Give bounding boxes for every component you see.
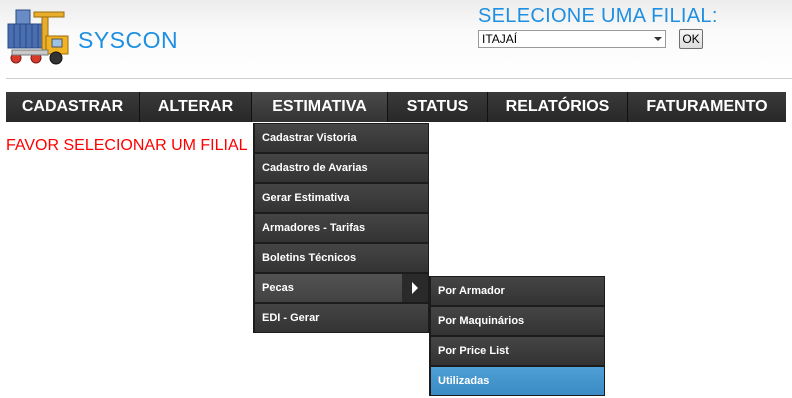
menu-status[interactable]: STATUS	[388, 92, 488, 122]
ok-button[interactable]: OK	[679, 29, 703, 49]
container-crane-icon	[6, 6, 72, 68]
menu-relatorios[interactable]: RELATÓRIOS	[488, 92, 628, 122]
dropdown-item-label: Pecas	[262, 282, 294, 294]
app-brand: SYSCON	[78, 27, 179, 53]
submenu-item-por-price-list[interactable]: Por Price List	[431, 337, 604, 365]
dropdown-item-label: Cadastrar Vistoria	[262, 132, 357, 144]
pecas-submenu: Por Armador Por Maquinários Por Price Li…	[429, 276, 605, 396]
dropdown-item-label: Cadastro de Avarias	[262, 162, 368, 174]
submenu-item-por-maquinarios[interactable]: Por Maquinários	[431, 307, 604, 335]
submenu-item-utilizadas[interactable]: Utilizadas	[431, 367, 604, 395]
dropdown-item-label: Armadores - Tarifas	[262, 222, 366, 234]
menu-estimativa[interactable]: ESTIMATIVA	[252, 92, 388, 122]
chevron-right-icon	[402, 274, 428, 302]
filial-title: SELECIONE UMA FILIAL:	[478, 5, 718, 27]
dropdown-item-edi-gerar[interactable]: EDI - Gerar	[255, 304, 428, 332]
submenu-item-label: Por Maquinários	[438, 315, 525, 327]
submenu-item-por-armador[interactable]: Por Armador	[431, 277, 604, 305]
estimativa-dropdown: Cadastrar Vistoria Cadastro de Avarias G…	[253, 123, 429, 333]
dropdown-item-armadores-tarifas[interactable]: Armadores - Tarifas	[255, 214, 428, 242]
warning-message: FAVOR SELECIONAR UM FILIAL	[6, 137, 248, 154]
menu-alterar[interactable]: ALTERAR	[140, 92, 252, 122]
dropdown-item-cadastrar-vistoria[interactable]: Cadastrar Vistoria	[255, 124, 428, 152]
menu-cadastrar[interactable]: CADASTRAR	[6, 92, 140, 122]
dropdown-item-pecas[interactable]: Pecas	[255, 274, 428, 302]
divider	[6, 78, 792, 79]
dropdown-item-label: Gerar Estimativa	[262, 192, 350, 204]
submenu-item-label: Utilizadas	[438, 375, 490, 387]
menu-faturamento[interactable]: FATURAMENTO	[628, 92, 786, 122]
dropdown-item-label: Boletins Técnicos	[262, 252, 357, 264]
dropdown-item-gerar-estimativa[interactable]: Gerar Estimativa	[255, 184, 428, 212]
filial-select-value: ITAJAÍ	[482, 32, 518, 46]
dropdown-item-label: EDI - Gerar	[262, 312, 320, 324]
chevron-down-icon	[654, 37, 662, 41]
submenu-item-label: Por Price List	[438, 345, 509, 357]
submenu-item-label: Por Armador	[438, 285, 505, 297]
dropdown-item-cadastro-avarias[interactable]: Cadastro de Avarias	[255, 154, 428, 182]
header: SYSCON SELECIONE UMA FILIAL: ITAJAÍ OK	[0, 0, 792, 78]
dropdown-item-boletins-tecnicos[interactable]: Boletins Técnicos	[255, 244, 428, 272]
filial-select[interactable]: ITAJAÍ	[478, 30, 666, 48]
main-menu: CADASTRAR ALTERAR ESTIMATIVA STATUS RELA…	[6, 92, 786, 122]
